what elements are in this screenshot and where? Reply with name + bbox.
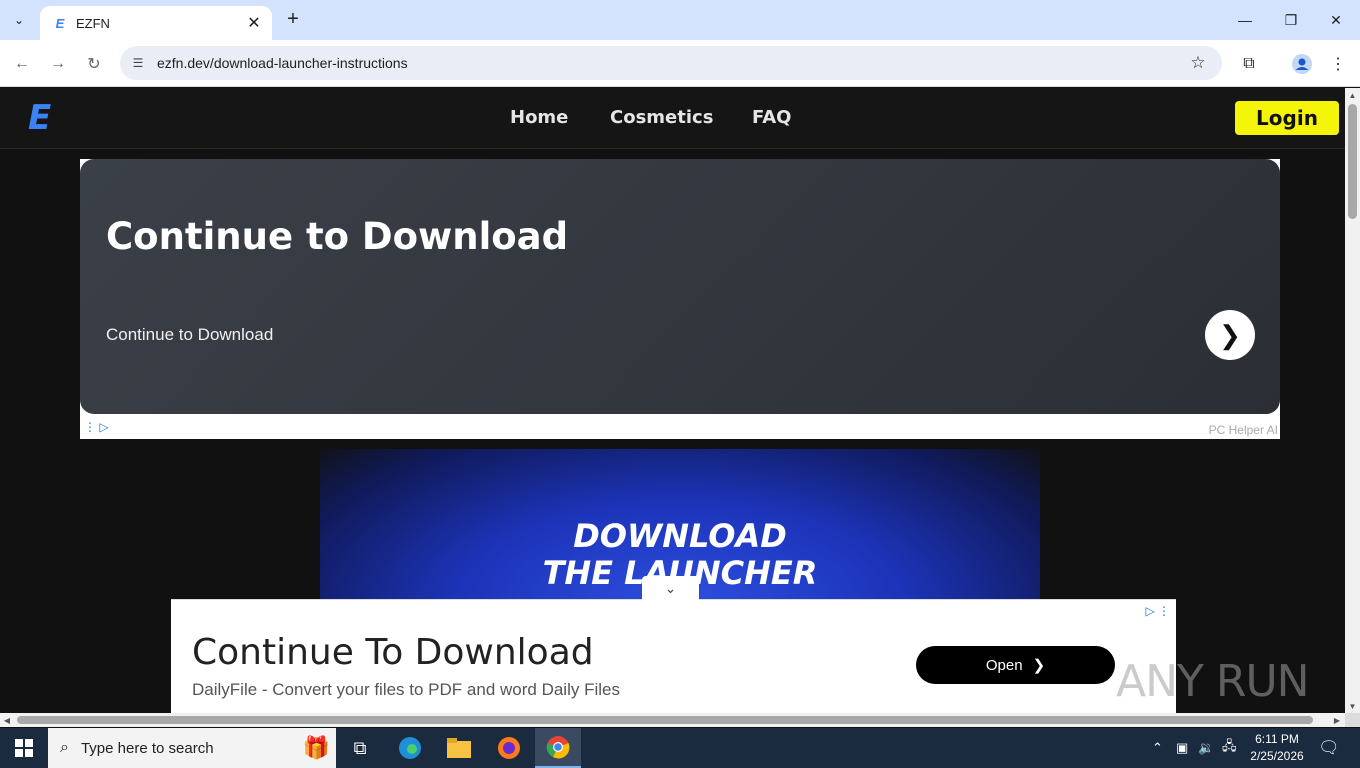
- ad-choices-icon[interactable]: ▷ ⋮: [1145, 604, 1170, 618]
- hero-line-1: DOWNLOAD: [573, 517, 787, 555]
- file-explorer-icon[interactable]: [436, 728, 482, 768]
- ad-sponsor: PC Helper AI: [1208, 423, 1278, 437]
- nav-home[interactable]: Home: [510, 107, 568, 128]
- chrome-icon[interactable]: [535, 728, 581, 768]
- meet-now-icon[interactable]: ▣: [1176, 728, 1188, 768]
- window-close-icon[interactable]: ✕: [1321, 8, 1351, 32]
- new-tab-button[interactable]: +: [282, 8, 304, 30]
- bottom-ad-banner[interactable]: ⌄ ▷ ⋮ Continue To Download DailyFile - C…: [171, 576, 1176, 713]
- horizontal-scrollbar[interactable]: ◀ ▶: [0, 713, 1345, 727]
- edge-icon[interactable]: [387, 728, 433, 768]
- site-logo[interactable]: E: [28, 98, 51, 138]
- ad-banner: Continue to Download Continue to Downloa…: [80, 159, 1280, 439]
- clock-date: 2/25/2026: [1250, 749, 1304, 763]
- horizontal-scroll-thumb[interactable]: [17, 716, 1313, 724]
- tab-title: EZFN: [76, 15, 110, 31]
- site-info-icon[interactable]: ☰: [128, 56, 148, 70]
- reload-icon[interactable]: ↻: [82, 52, 106, 76]
- task-view-icon[interactable]: ⧉: [337, 728, 383, 768]
- ad-choices-icon[interactable]: ⋮ ▷: [84, 420, 109, 434]
- extensions-icon[interactable]: ⧉: [1237, 52, 1261, 76]
- windows-logo-icon: [15, 739, 33, 757]
- windows-taskbar: ⌕ Type here to search 🎁 ⧉ ⌃ ▣ 🔉 🖧 6:11 P…: [0, 728, 1360, 768]
- collapse-ad-button[interactable]: ⌄: [642, 576, 699, 601]
- tray-overflow-icon[interactable]: ⌃: [1152, 728, 1163, 768]
- anyrun-watermark: ANY RUN: [1116, 656, 1310, 707]
- clock-time: 6:11 PM: [1255, 732, 1299, 746]
- back-icon[interactable]: ←: [10, 52, 34, 76]
- browser-tab[interactable]: E EZFN ✕: [40, 6, 272, 40]
- ad-subtext: Continue to Download: [106, 325, 274, 344]
- scroll-left-icon[interactable]: ◀: [0, 713, 14, 727]
- chevron-down-icon: ⌄: [13, 13, 25, 27]
- login-button[interactable]: Login: [1235, 101, 1339, 135]
- taskbar-search-placeholder: Type here to search: [80, 739, 214, 757]
- open-button-label: Open: [985, 656, 1023, 674]
- gift-icon: 🎁: [302, 735, 330, 760]
- nav-faq[interactable]: FAQ: [752, 107, 791, 128]
- scroll-up-icon[interactable]: ▲: [1345, 88, 1360, 102]
- address-bar[interactable]: ☰ ezfn.dev/download-launcher-instruction…: [120, 46, 1222, 80]
- ad-heading: Continue to Download: [106, 215, 569, 258]
- browser-toolbar: ← → ↻ ☰ ezfn.dev/download-launcher-instr…: [0, 40, 1360, 87]
- page-viewport: E Home Cosmetics FAQ Login Continue to D…: [0, 88, 1345, 713]
- forward-icon[interactable]: →: [46, 52, 70, 76]
- vertical-scroll-thumb[interactable]: [1348, 104, 1357, 219]
- bottom-ad-heading: Continue To Download: [192, 632, 594, 673]
- minimize-icon[interactable]: —: [1230, 8, 1260, 32]
- taskbar-clock[interactable]: 6:11 PM 2/25/2026: [1247, 731, 1307, 765]
- ad-card[interactable]: Continue to Download Continue to Downloa…: [80, 159, 1280, 414]
- browser-tabbar: ⌄ E EZFN ✕ + — ❐ ✕: [0, 0, 1360, 40]
- ad-arrow-button[interactable]: ❯: [1205, 310, 1255, 360]
- search-icon: ⌕: [60, 739, 69, 756]
- restore-icon[interactable]: ❐: [1276, 8, 1306, 32]
- scroll-corner: [1345, 713, 1360, 727]
- profile-icon[interactable]: [1290, 52, 1314, 76]
- chevron-right-icon: ❯: [1219, 319, 1241, 350]
- volume-icon[interactable]: 🔉: [1198, 728, 1214, 768]
- tab-search-button[interactable]: ⌄: [6, 7, 32, 33]
- url-text[interactable]: ezfn.dev/download-launcher-instructions: [157, 55, 1186, 71]
- notifications-icon[interactable]: 🗨: [1318, 728, 1340, 768]
- network-icon[interactable]: 🖧: [1222, 728, 1237, 768]
- bookmark-star-icon[interactable]: ☆: [1186, 53, 1210, 73]
- vertical-scrollbar[interactable]: ▲ ▼: [1345, 88, 1360, 713]
- chevron-down-icon: ⌄: [664, 580, 677, 596]
- open-button[interactable]: Open ❯: [916, 646, 1115, 684]
- taskbar-search[interactable]: ⌕ Type here to search 🎁: [48, 728, 336, 768]
- scroll-right-icon[interactable]: ▶: [1330, 713, 1344, 727]
- scroll-down-icon[interactable]: ▼: [1345, 699, 1360, 713]
- bottom-ad-subtext: DailyFile - Convert your files to PDF an…: [192, 680, 620, 699]
- firefox-icon[interactable]: [486, 728, 532, 768]
- close-tab-icon[interactable]: ✕: [244, 13, 264, 33]
- site-header: E Home Cosmetics FAQ Login: [0, 88, 1345, 149]
- menu-kebab-icon[interactable]: ⋮: [1326, 52, 1350, 76]
- start-button[interactable]: [0, 728, 48, 768]
- nav-cosmetics[interactable]: Cosmetics: [610, 107, 713, 128]
- chevron-right-icon: ❯: [1032, 657, 1046, 674]
- favicon-icon: E: [55, 15, 65, 31]
